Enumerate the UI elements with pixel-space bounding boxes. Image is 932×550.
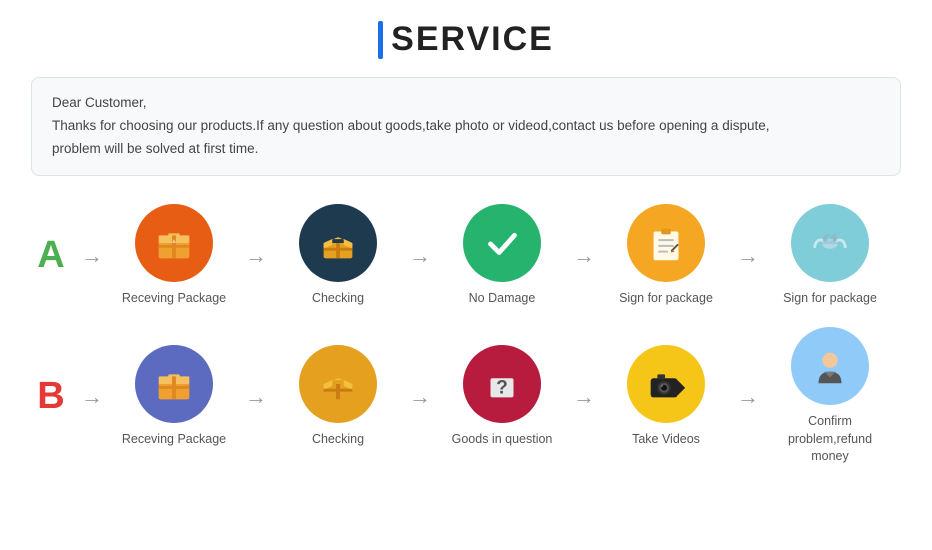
step-label-recv-pkg-a: Receving Package: [122, 290, 226, 308]
icon-sign-yellow: [627, 204, 705, 282]
step-confirm-refund-b: Confirm problem,refundmoney: [765, 327, 895, 466]
step-label-confirm-refund-b: Confirm problem,refundmoney: [765, 413, 895, 466]
step-label-sign-a2: Sign for package: [783, 290, 877, 308]
step-no-damage-a: No Damage: [437, 204, 567, 308]
step-label-checking-a: Checking: [312, 290, 364, 308]
svg-text:?: ?: [496, 377, 508, 398]
flows-wrapper: A → Receving Package: [31, 204, 901, 466]
page-title: SERVICE: [391, 20, 554, 59]
icon-box-open-dark: [299, 204, 377, 282]
arrow-b3: →: [573, 384, 595, 410]
icon-box-open-gold: [299, 345, 377, 423]
arrow-b0: →: [81, 384, 103, 410]
arrow-b4: →: [737, 384, 759, 410]
icon-box-orange: [135, 204, 213, 282]
step-take-videos-b: Take Videos: [601, 345, 731, 449]
step-label-sign-a: Sign for package: [619, 290, 713, 308]
step-goods-question-b: ? Goods in question: [437, 345, 567, 449]
arrow-b1: →: [245, 384, 267, 410]
arrow-a0: →: [81, 243, 103, 269]
icon-handshake-blue: [791, 204, 869, 282]
arrow-b2: →: [409, 384, 431, 410]
icon-box-purple: [135, 345, 213, 423]
step-label-recv-pkg-b: Receving Package: [122, 431, 226, 449]
step-checking-a: Checking: [273, 204, 403, 308]
icon-person-sky: [791, 327, 869, 405]
row-a: A → Receving Package: [31, 204, 901, 308]
arrow-a4: →: [737, 243, 759, 269]
notice-box: Dear Customer, Thanks for choosing our p…: [31, 77, 901, 176]
step-checking-b: Checking: [273, 345, 403, 449]
title-accent-bar: [378, 21, 383, 59]
step-label-take-videos-b: Take Videos: [632, 431, 700, 449]
row-b-label: B: [31, 375, 71, 418]
arrow-a3: →: [573, 243, 595, 269]
notice-line1: Dear Customer,: [52, 92, 880, 115]
step-label-no-damage-a: No Damage: [469, 290, 536, 308]
row-a-label: A: [31, 234, 71, 277]
step-recv-pkg-b: Receving Package: [109, 345, 239, 449]
icon-question-red: ?: [463, 345, 541, 423]
step-sign-a: Sign for package: [601, 204, 731, 308]
icon-checkmark-green: [463, 204, 541, 282]
arrow-a1: →: [245, 243, 267, 269]
page-title-section: SERVICE: [378, 20, 554, 59]
step-label-checking-b: Checking: [312, 431, 364, 449]
step-label-goods-question-b: Goods in question: [452, 431, 553, 449]
step-handshake-a: Sign for package: [765, 204, 895, 308]
step-recv-pkg-a: Receving Package: [109, 204, 239, 308]
arrow-a2: →: [409, 243, 431, 269]
icon-camera-yellow: [627, 345, 705, 423]
row-b: B → Receving Package →: [31, 327, 901, 466]
notice-line3: problem will be solved at first time.: [52, 138, 880, 161]
notice-line2: Thanks for choosing our products.If any …: [52, 115, 880, 138]
